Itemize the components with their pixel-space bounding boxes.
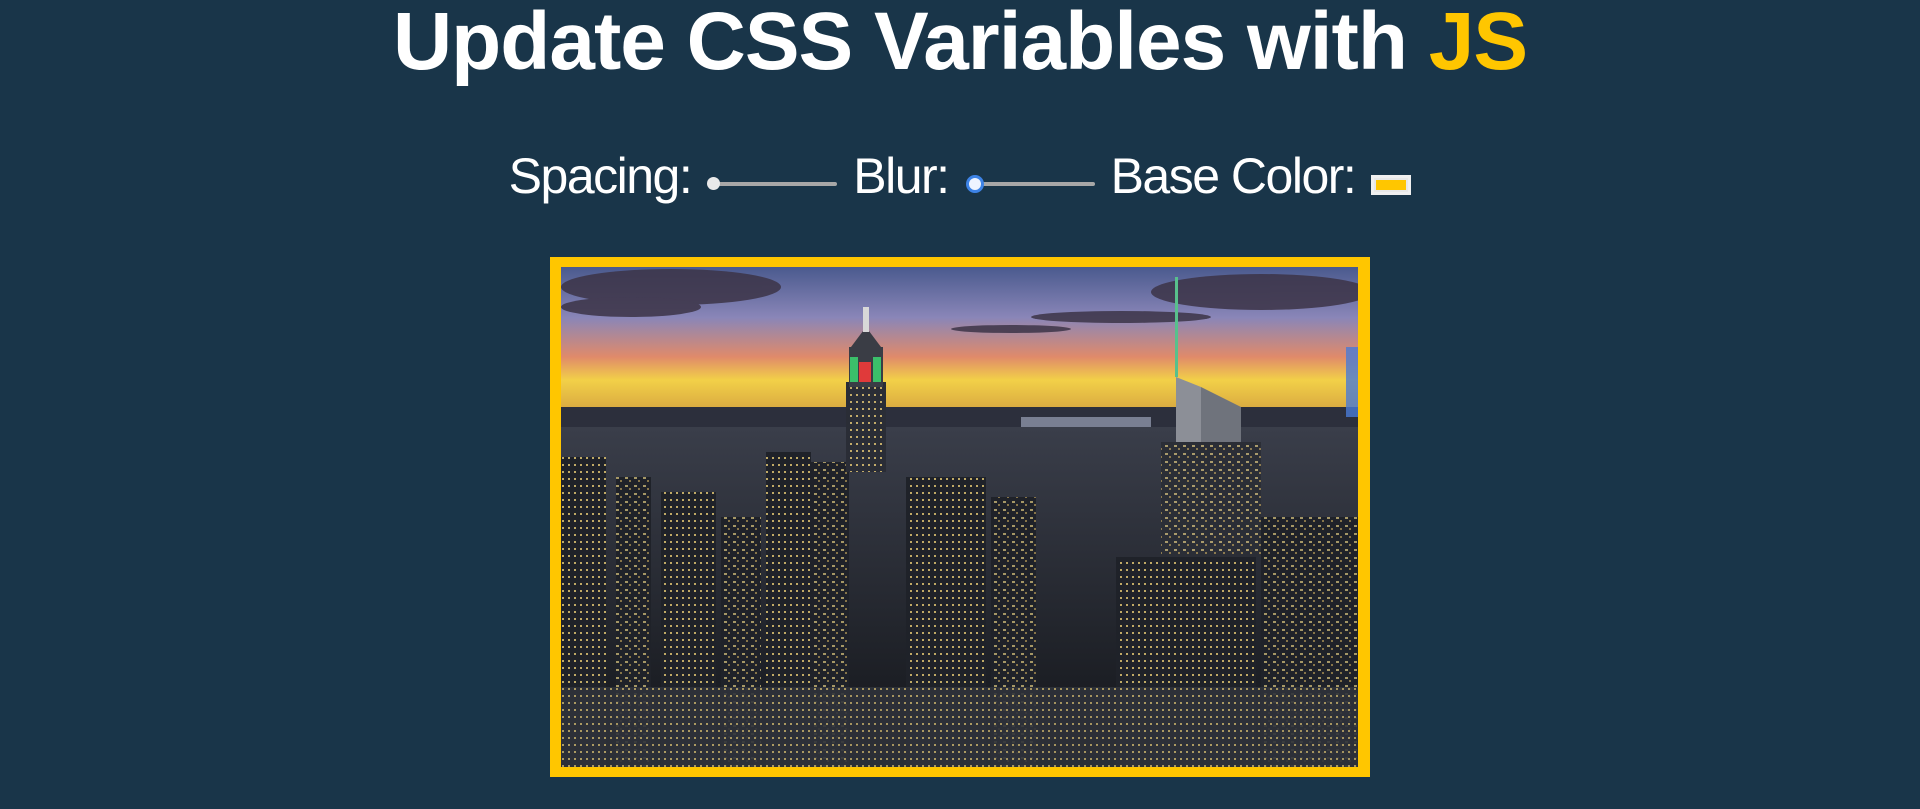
base-color-swatch-fill	[1376, 180, 1407, 190]
city-skyline-image	[561, 267, 1358, 767]
base-color-label: Base Color:	[1110, 148, 1357, 204]
controls-bar: Spacing: Blur: Base Color:	[0, 146, 1920, 206]
photo-frame	[550, 257, 1370, 777]
title-text: Update CSS Variables with	[392, 0, 1429, 87]
blur-slider[interactable]	[965, 173, 1095, 193]
blur-slider-track	[968, 182, 1095, 186]
spacing-label: Spacing:	[508, 148, 693, 204]
spacing-slider-track	[711, 182, 838, 186]
page-title: Update CSS Variables with JS	[0, 1, 1920, 83]
base-color-picker[interactable]	[1371, 175, 1412, 195]
title-highlight: JS	[1428, 0, 1528, 87]
spacing-slider-thumb[interactable]	[707, 177, 721, 190]
spacing-slider[interactable]	[707, 173, 838, 193]
blur-slider-thumb[interactable]	[965, 175, 984, 193]
blur-label: Blur:	[853, 148, 950, 204]
